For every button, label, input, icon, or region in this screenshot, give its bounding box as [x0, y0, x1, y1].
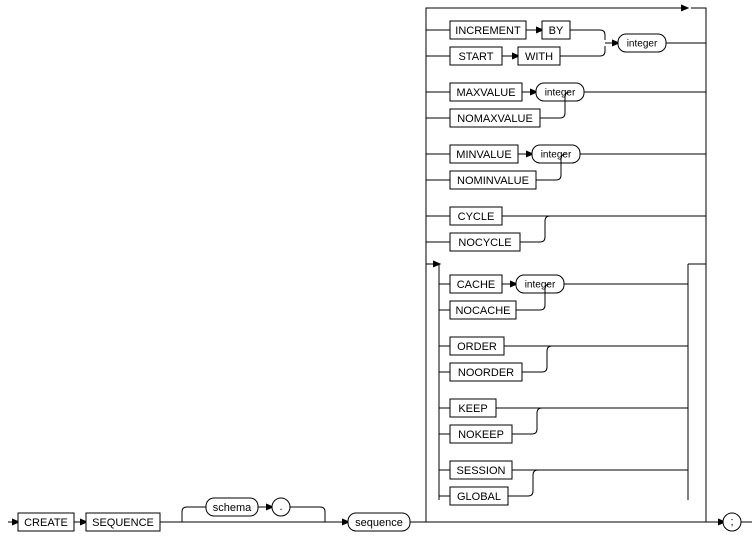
- minvalue-label: MINVALUE: [456, 149, 511, 161]
- nocache-label: NOCACHE: [455, 305, 510, 317]
- options-block: INCREMENT BY START WITH integer MAXVALUE…: [426, 8, 706, 522]
- increment-label: INCREMENT: [455, 25, 521, 37]
- nomaxvalue-label: NOMAXVALUE: [457, 113, 533, 125]
- nokeep-label: NOKEEP: [458, 429, 504, 441]
- semicolon-label: ;: [730, 516, 733, 528]
- with-label: WITH: [525, 51, 553, 63]
- dot-label: .: [279, 501, 282, 513]
- main-rail: CREATE SEQUENCE schema . sequence ;: [8, 498, 752, 531]
- integer2-label: integer: [545, 88, 576, 99]
- integer3-label: integer: [541, 150, 572, 161]
- nominvalue-label: NOMINVALUE: [457, 175, 529, 187]
- keep-label: KEEP: [458, 403, 487, 415]
- order-label: ORDER: [457, 341, 497, 353]
- cache-label: CACHE: [457, 279, 496, 291]
- by-label: BY: [549, 25, 564, 37]
- global-label: GLOBAL: [457, 491, 501, 503]
- integer4-label: integer: [525, 280, 556, 291]
- nocycle-label: NOCYCLE: [458, 237, 511, 249]
- syntax-diagram: CREATE SEQUENCE schema . sequence ; INCR…: [0, 0, 754, 541]
- sequence-label: sequence: [355, 517, 403, 529]
- maxvalue-label: MAXVALUE: [456, 87, 515, 99]
- sequence-kw-label: SEQUENCE: [92, 517, 154, 529]
- schema-label: schema: [213, 502, 252, 514]
- cycle-label: CYCLE: [458, 211, 495, 223]
- create-label: CREATE: [24, 517, 68, 529]
- session-label: SESSION: [457, 465, 506, 477]
- start-label: START: [458, 51, 493, 63]
- noorder-label: NOORDER: [458, 367, 514, 379]
- integer1-label: integer: [627, 39, 658, 50]
